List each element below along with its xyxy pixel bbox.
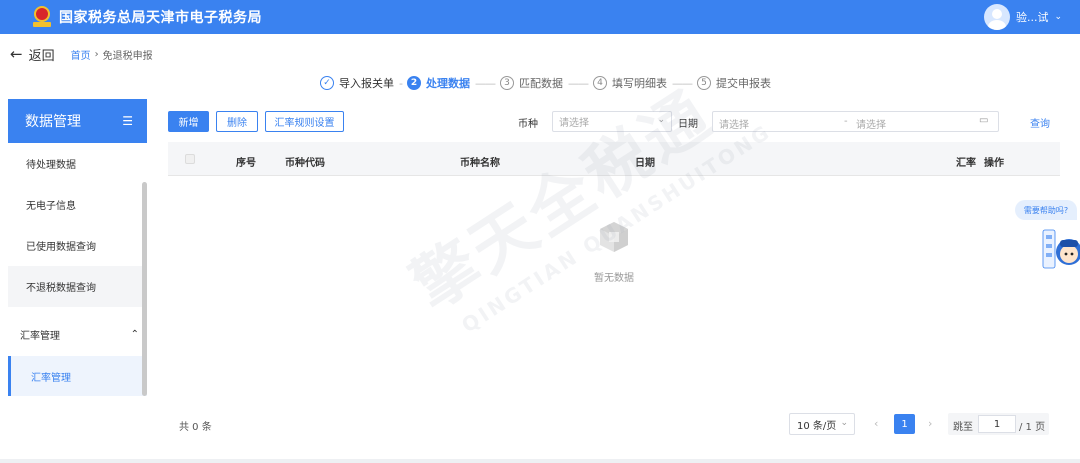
page-size-value: 10 条/页: [797, 420, 837, 432]
step-import: ✓ 导入报关单: [320, 75, 394, 91]
delete-button[interactable]: 删除: [216, 111, 258, 132]
assistant-robot-icon[interactable]: [1040, 226, 1080, 272]
next-page-icon[interactable]: ›: [928, 417, 932, 430]
breadcrumb-current: 免退税申报: [102, 50, 153, 62]
step-label: 匹配数据: [518, 77, 563, 90]
step-fill: 4 填写明细表: [592, 75, 667, 91]
back-label: 返回: [28, 48, 55, 64]
total-count: 共 0 条: [179, 422, 212, 433]
step-connector: -: [399, 76, 403, 90]
query-button[interactable]: 查询: [1030, 115, 1050, 130]
date-separator: -: [844, 116, 848, 127]
user-menu[interactable]: 验...试 ⌄: [983, 4, 1062, 30]
step-connector: ——: [567, 76, 589, 90]
breadcrumb-home[interactable]: 首页: [71, 47, 91, 62]
prev-page-icon[interactable]: ‹: [874, 417, 878, 430]
currency-label: 币种: [518, 119, 538, 130]
chevron-down-icon: ⌄: [1054, 12, 1062, 22]
date-end-placeholder: 请选择: [856, 120, 886, 131]
step-match: 3 匹配数据: [499, 75, 563, 91]
page-jumper: 跳至 / 1 页: [948, 413, 1049, 435]
currency-select-placeholder: 请选择: [559, 118, 589, 129]
bottom-strip: [0, 459, 1080, 463]
sidebar-item-pending[interactable]: 待处理数据: [8, 143, 147, 184]
col-date: 日期: [635, 158, 655, 169]
step-number: 4: [592, 76, 607, 90]
sidebar-item-no-refund-query[interactable]: 不退税数据查询: [8, 266, 147, 307]
table-header: 序号 币种代码 币种名称 日期 汇率 操作: [168, 142, 1060, 176]
back-button[interactable]: ← 返回: [10, 45, 55, 64]
toolbar: 新增 删除 汇率规则设置 币种 请选择 ⌄ 日期 请选择 - 请选择 ▭ 查询: [168, 110, 1060, 134]
breadcrumb-separator: ›: [94, 48, 99, 60]
breadcrumb: 首页 › 免退税申报: [71, 47, 153, 62]
sidebar-item-no-electronic-info[interactable]: 无电子信息: [8, 184, 147, 225]
step-number: 2: [406, 76, 421, 90]
date-range-picker[interactable]: 请选择 - 请选择 ▭: [712, 111, 999, 132]
step-label: 提交申报表: [715, 77, 771, 90]
calendar-icon: ▭: [979, 115, 989, 126]
pagination: 共 0 条 10 条/页 ⌄ ‹ 1 › 跳至 / 1 页: [168, 412, 1060, 436]
page-count: / 1 页: [1019, 422, 1046, 433]
step-process: 2 处理数据: [406, 75, 470, 91]
empty-state: 暂无数据: [168, 176, 1060, 361]
site-title: 国家税务总局天津市电子税务局: [59, 10, 262, 26]
col-seq: 序号: [236, 158, 256, 169]
page-button-current[interactable]: 1: [894, 414, 915, 434]
step-number: 3: [499, 76, 514, 90]
col-rate: 汇率: [956, 158, 976, 169]
sidebar: 数据管理 ☰ 待处理数据 无电子信息 已使用数据查询 不退税数据查询 汇率管理 …: [8, 99, 147, 396]
chevron-down-icon: ⌄: [657, 115, 665, 125]
step-label: 处理数据: [425, 77, 470, 90]
date-start-placeholder: 请选择: [719, 120, 749, 131]
step-connector: ——: [474, 76, 496, 90]
page-size-select[interactable]: 10 条/页 ⌄: [789, 413, 855, 435]
rate-rule-settings-button[interactable]: 汇率规则设置: [265, 111, 344, 132]
select-all-checkbox[interactable]: [185, 154, 195, 164]
col-currency-code: 币种代码: [285, 158, 325, 169]
chevron-down-icon: ⌄: [840, 418, 848, 428]
step-number: 5: [696, 76, 711, 90]
add-button[interactable]: 新增: [168, 111, 209, 132]
avatar-icon: [983, 4, 1010, 30]
col-currency-name: 币种名称: [460, 158, 500, 169]
user-name: 验...试: [1015, 11, 1049, 24]
step-submit: 5 提交申报表: [696, 75, 771, 91]
sidebar-item-used-data-query[interactable]: 已使用数据查询: [8, 225, 147, 266]
arrow-left-icon: ←: [10, 45, 23, 63]
step-label: 导入报关单: [339, 77, 394, 90]
sidebar-group-label: 汇率管理: [20, 330, 60, 342]
tax-emblem-icon: [33, 6, 51, 28]
sidebar-item-rate-management[interactable]: 汇率管理: [8, 356, 147, 396]
empty-box-icon: [600, 222, 628, 252]
top-bar: 国家税务总局天津市电子税务局 验...试 ⌄: [0, 0, 1080, 34]
col-operations: 操作: [984, 158, 1004, 169]
sidebar-group-rate[interactable]: 汇率管理 ⌃: [8, 312, 147, 356]
jump-label: 跳至: [953, 422, 973, 433]
step-indicator: ✓ 导入报关单 - 2 处理数据 —— 3 匹配数据 —— 4 填写明细表 ——…: [320, 74, 771, 92]
jump-page-input[interactable]: [978, 415, 1016, 433]
sidebar-header: 数据管理 ☰: [8, 99, 147, 143]
menu-collapse-icon[interactable]: ☰: [122, 114, 133, 128]
chevron-up-icon: ⌃: [130, 328, 139, 340]
sidebar-title: 数据管理: [25, 114, 81, 130]
step-check-icon: ✓: [320, 76, 334, 90]
empty-text: 暂无数据: [594, 273, 634, 284]
sidebar-scrollbar[interactable]: [142, 182, 147, 396]
help-bubble[interactable]: 需要帮助吗?: [1015, 200, 1077, 220]
step-connector: ——: [671, 76, 693, 90]
rate-table: 序号 币种代码 币种名称 日期 汇率 操作 暂无数据: [168, 142, 1060, 284]
date-label: 日期: [678, 119, 698, 130]
breadcrumb-bar: ← 返回 首页 › 免退税申报: [0, 34, 1080, 74]
currency-select[interactable]: 请选择 ⌄: [552, 111, 672, 132]
step-label: 填写明细表: [611, 77, 667, 90]
